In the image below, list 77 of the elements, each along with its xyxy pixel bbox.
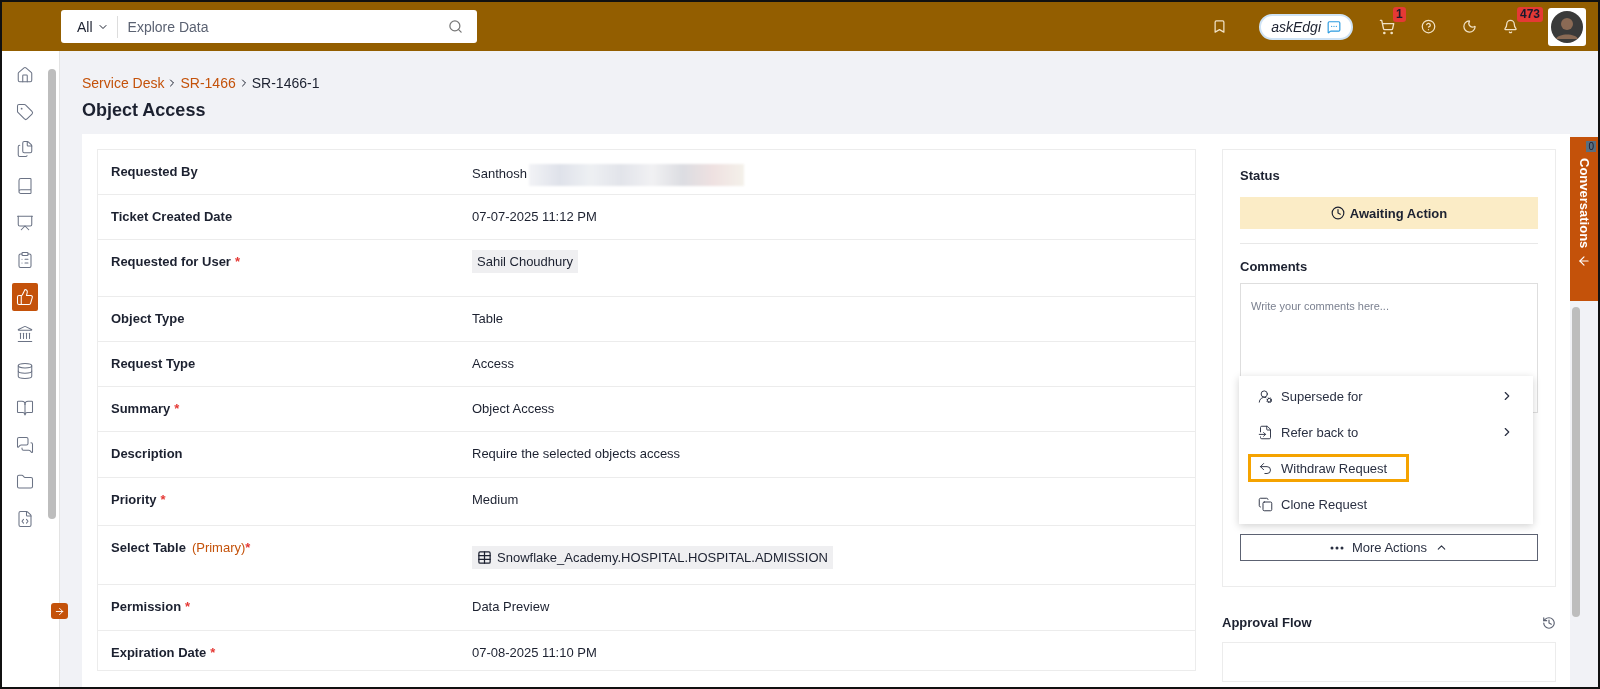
expand-sidebar-button[interactable] [51, 603, 68, 619]
scope-dropdown[interactable]: All [61, 15, 118, 38]
chat-icon [16, 436, 34, 454]
menu-item[interactable]: Refer back to [1248, 418, 1524, 446]
conversation-count: 0 [1586, 141, 1596, 152]
field-label: Select Table (Primary)* [110, 540, 252, 557]
status-badge: Awaiting Action [1240, 197, 1538, 230]
ask-button[interactable]: askEdgi [1259, 13, 1353, 40]
menu-item[interactable]: Clone Request [1248, 490, 1524, 518]
field-label: Expiration Date * [110, 645, 217, 662]
open-book-icon [16, 399, 34, 417]
undo-icon [1258, 460, 1273, 476]
history-icon[interactable] [1542, 615, 1556, 630]
file-input-icon [1258, 424, 1273, 440]
field-value: 07-07-2025 11:12 PM [472, 209, 597, 224]
field-value: Data Preview [472, 599, 550, 614]
field-label: Object Type [110, 311, 186, 328]
field-label: Requested By [110, 164, 199, 181]
field-label: Description [110, 446, 184, 463]
breadcrumb-link[interactable]: Service Desk [82, 75, 165, 91]
cart-badge: 1 [1393, 6, 1406, 22]
thumbs-up-icon [16, 288, 34, 306]
ellipsis-icon [1329, 545, 1344, 550]
conversations-tab[interactable]: 0 Conversations [1570, 137, 1598, 301]
table-chip[interactable]: Snowflake_Academy.HOSPITAL.HOSPITAL.ADMISSION [472, 546, 833, 569]
bookmark-icon[interactable] [1212, 19, 1228, 34]
field-label: Ticket Created Date [110, 209, 234, 226]
field-value: Require the selected objects access [472, 446, 681, 461]
menu-item[interactable]: Supersede for [1248, 382, 1524, 410]
field-label: Request Type [110, 356, 197, 373]
field-label: Summary * [110, 401, 181, 418]
bank-icon [16, 325, 34, 343]
comments-heading: Comments [1240, 259, 1309, 274]
conversations-label: Conversations [1576, 158, 1592, 249]
chat-bubble-icon [1327, 19, 1341, 34]
book-icon [16, 177, 34, 195]
field-label: Requested for User * [110, 254, 241, 271]
dashboard-icon [16, 214, 34, 232]
field-value: Table [472, 311, 504, 326]
cart-icon[interactable] [1379, 18, 1395, 35]
search-icon[interactable] [448, 19, 463, 34]
status-heading: Status [1240, 168, 1281, 183]
breadcrumb-current: SR-1466-1 [251, 75, 320, 91]
more-actions-button[interactable]: More Actions [1240, 534, 1538, 561]
notification-badge: 473 [1517, 7, 1544, 22]
search-field[interactable]: All Explore Data [61, 10, 477, 43]
page-title: Object Access [82, 100, 207, 121]
avatar[interactable] [1548, 7, 1586, 46]
breadcrumb-link[interactable]: SR-1466 [180, 75, 236, 91]
clipboard-icon [16, 251, 34, 269]
tag-icon [16, 103, 34, 121]
documents-icon [16, 140, 34, 158]
field-value: Access [472, 356, 514, 371]
code-file-icon [16, 510, 34, 528]
scrollbar[interactable] [1572, 307, 1580, 617]
help-icon[interactable] [1421, 19, 1436, 34]
field-value: Object Access [472, 401, 555, 416]
user-gear-icon [1258, 388, 1273, 404]
field-value: Santhosh [472, 166, 527, 182]
arrow-right-icon [54, 605, 65, 617]
table-icon [477, 550, 492, 565]
clock-icon [1330, 206, 1345, 220]
user-chip: Sahil Choudhury [472, 250, 579, 273]
home-icon [16, 66, 34, 84]
field-value: 07-08-2025 11:10 PM [472, 645, 597, 660]
theme-icon[interactable] [1462, 19, 1477, 34]
field-label: Permission * [110, 599, 192, 616]
sidebar-item[interactable] [12, 283, 38, 311]
notification-icon[interactable] [1503, 19, 1518, 34]
folder-icon [16, 473, 34, 491]
database-icon [16, 362, 34, 380]
menu-item[interactable]: Withdraw Request [1248, 454, 1409, 482]
field-value: Medium [472, 492, 519, 507]
scrollbar[interactable] [48, 69, 56, 519]
approval-flow-heading: Approval Flow [1222, 615, 1312, 630]
field-label: Priority * [110, 492, 167, 509]
copy-icon [1258, 496, 1273, 512]
